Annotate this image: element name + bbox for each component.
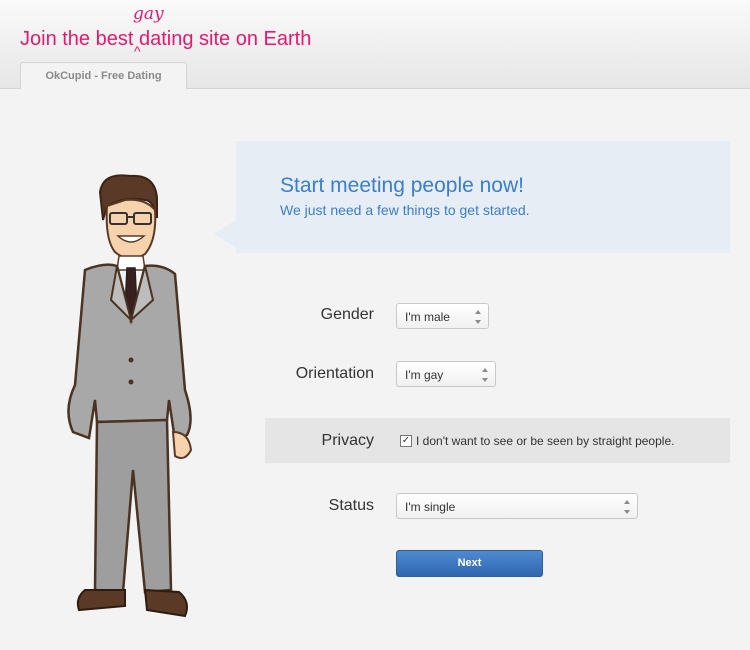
gender-select[interactable]: I'm male	[396, 303, 489, 329]
status-label: Status	[328, 497, 374, 514]
next-button[interactable]: Next	[396, 550, 543, 577]
select-arrows-icon	[482, 368, 489, 382]
tagline: Join the best dating site on Earth	[20, 28, 311, 51]
privacy-checkbox-label[interactable]: I don't want to see or be seen by straig…	[416, 434, 674, 448]
insert-caret: ^	[134, 43, 141, 59]
orientation-select-value: I'm gay	[405, 368, 444, 382]
privacy-checkbox[interactable]: ✓	[400, 435, 412, 447]
status-select[interactable]: I'm single	[396, 493, 638, 519]
gender-label: Gender	[320, 306, 374, 323]
select-arrows-icon	[624, 500, 631, 514]
intro-title: Start meeting people now!	[280, 174, 524, 197]
orientation-label: Orientation	[295, 365, 374, 382]
intro-subtitle: We just need a few things to get started…	[280, 202, 530, 218]
orientation-select[interactable]: I'm gay	[396, 361, 496, 387]
checkmark-icon: ✓	[401, 435, 411, 446]
cartoon-man-in-suit-icon	[45, 170, 215, 635]
top-header: Join the best dating site on Earth gay ^…	[0, 0, 750, 89]
speech-bubble-tail	[214, 220, 236, 248]
tab-okcupid-free-dating[interactable]: OkCupid - Free Dating	[20, 62, 187, 89]
handwritten-insert-word: gay	[133, 4, 164, 24]
tagline-end: dating site on Earth	[133, 28, 312, 50]
tagline-start: Join the best	[20, 28, 134, 50]
select-arrows-icon	[475, 310, 482, 324]
status-select-value: I'm single	[405, 500, 456, 514]
privacy-label: Privacy	[321, 432, 374, 449]
gender-select-value: I'm male	[405, 310, 450, 324]
